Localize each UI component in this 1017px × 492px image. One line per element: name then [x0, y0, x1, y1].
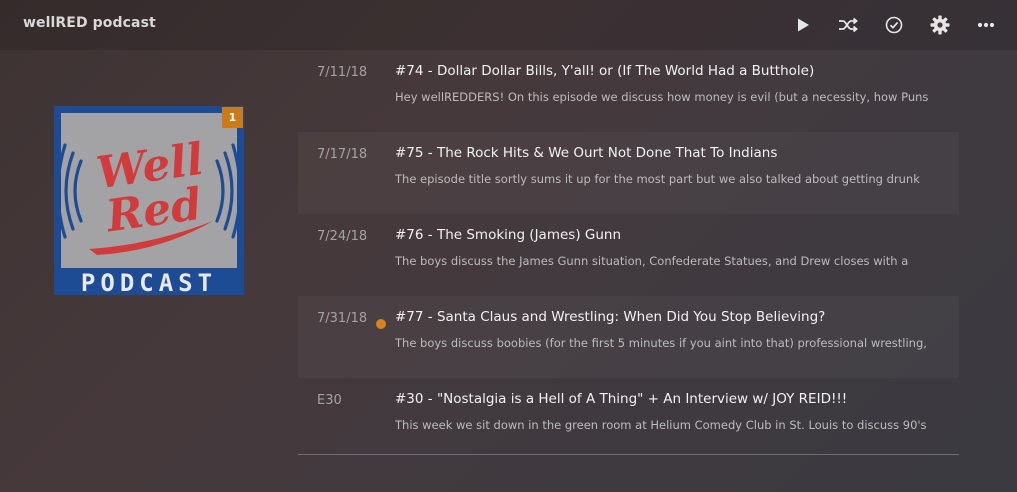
wellred-logo-icon: Well Red: [56, 134, 242, 255]
more-button[interactable]: [973, 12, 999, 38]
shuffle-button[interactable]: [835, 12, 861, 38]
episode-summary: The episode title sortly sums it up for …: [395, 172, 920, 186]
episode-row[interactable]: 7/24/18 #76 - The Smoking (James) Gunn T…: [298, 214, 959, 296]
episode-title[interactable]: #74 - Dollar Dollar Bills, Y'all! or (If…: [395, 63, 814, 79]
episode-summary: The boys discuss boobies (for the first …: [395, 336, 927, 350]
episode-row[interactable]: 7/17/18 #75 - The Rock Hits & We Ourt No…: [298, 132, 959, 214]
play-icon: [798, 18, 809, 32]
episode-row[interactable]: E30 #30 - "Nostalgia is a Hell of A Thin…: [298, 378, 959, 460]
podcast-poster[interactable]: Well Red PODCAST: [54, 106, 244, 297]
episode-summary: The boys discuss the James Gunn situatio…: [395, 254, 909, 268]
episode-title[interactable]: #77 - Santa Claus and Wrestling: When Di…: [395, 309, 825, 325]
poster-podcast-word: PODCAST: [80, 269, 218, 297]
more-icon: [977, 22, 995, 28]
list-divider: [298, 454, 959, 455]
episode-row[interactable]: 7/31/18 #77 - Santa Claus and Wrestling:…: [298, 296, 959, 378]
episode-summary: Hey wellREDDERS! On this episode we disc…: [395, 90, 929, 104]
top-bar: wellRED podcast: [0, 0, 1017, 50]
poster-artwork: Well Red: [56, 113, 242, 268]
episode-date: 7/31/18: [317, 311, 368, 326]
play-button[interactable]: [790, 12, 816, 38]
page-title: wellRED podcast: [23, 15, 156, 31]
episode-date: 7/17/18: [317, 147, 368, 162]
episode-title[interactable]: #75 - The Rock Hits & We Ourt Not Done T…: [395, 145, 777, 161]
episode-date: 7/11/18: [317, 65, 368, 80]
mark-played-button[interactable]: [881, 12, 907, 38]
gear-icon: [930, 15, 950, 35]
episode-row[interactable]: 7/11/18 #74 - Dollar Dollar Bills, Y'all…: [298, 50, 959, 132]
episode-date: 7/24/18: [317, 229, 368, 244]
unplayed-count-badge: 1: [222, 107, 243, 128]
settings-button[interactable]: [927, 12, 953, 38]
episode-date: E30: [317, 393, 342, 408]
episode-title[interactable]: #30 - "Nostalgia is a Hell of A Thing" +…: [395, 391, 847, 407]
episode-list: 7/11/18 #74 - Dollar Dollar Bills, Y'all…: [298, 50, 959, 460]
check-circle-icon: [885, 16, 903, 34]
shuffle-icon: [839, 17, 858, 33]
unplayed-dot-icon: [376, 319, 386, 329]
episode-title[interactable]: #76 - The Smoking (James) Gunn: [395, 227, 621, 243]
episode-summary: This week we sit down in the green room …: [395, 418, 927, 432]
